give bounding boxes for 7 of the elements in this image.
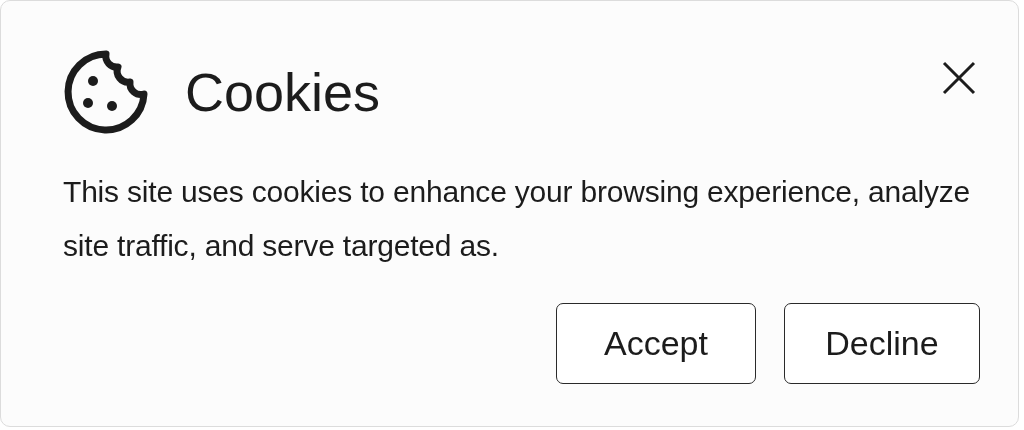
dialog-title: Cookies bbox=[185, 61, 381, 123]
close-button[interactable] bbox=[940, 59, 978, 97]
decline-button[interactable]: Decline bbox=[784, 303, 980, 384]
cookie-message: This site uses cookies to enhance your browsing experience, analyze site traffic, and serve targeted as. bbox=[63, 174, 972, 264]
accept-button[interactable]: Accept bbox=[556, 303, 756, 384]
cookie-icon bbox=[63, 49, 149, 135]
close-icon bbox=[940, 59, 978, 97]
